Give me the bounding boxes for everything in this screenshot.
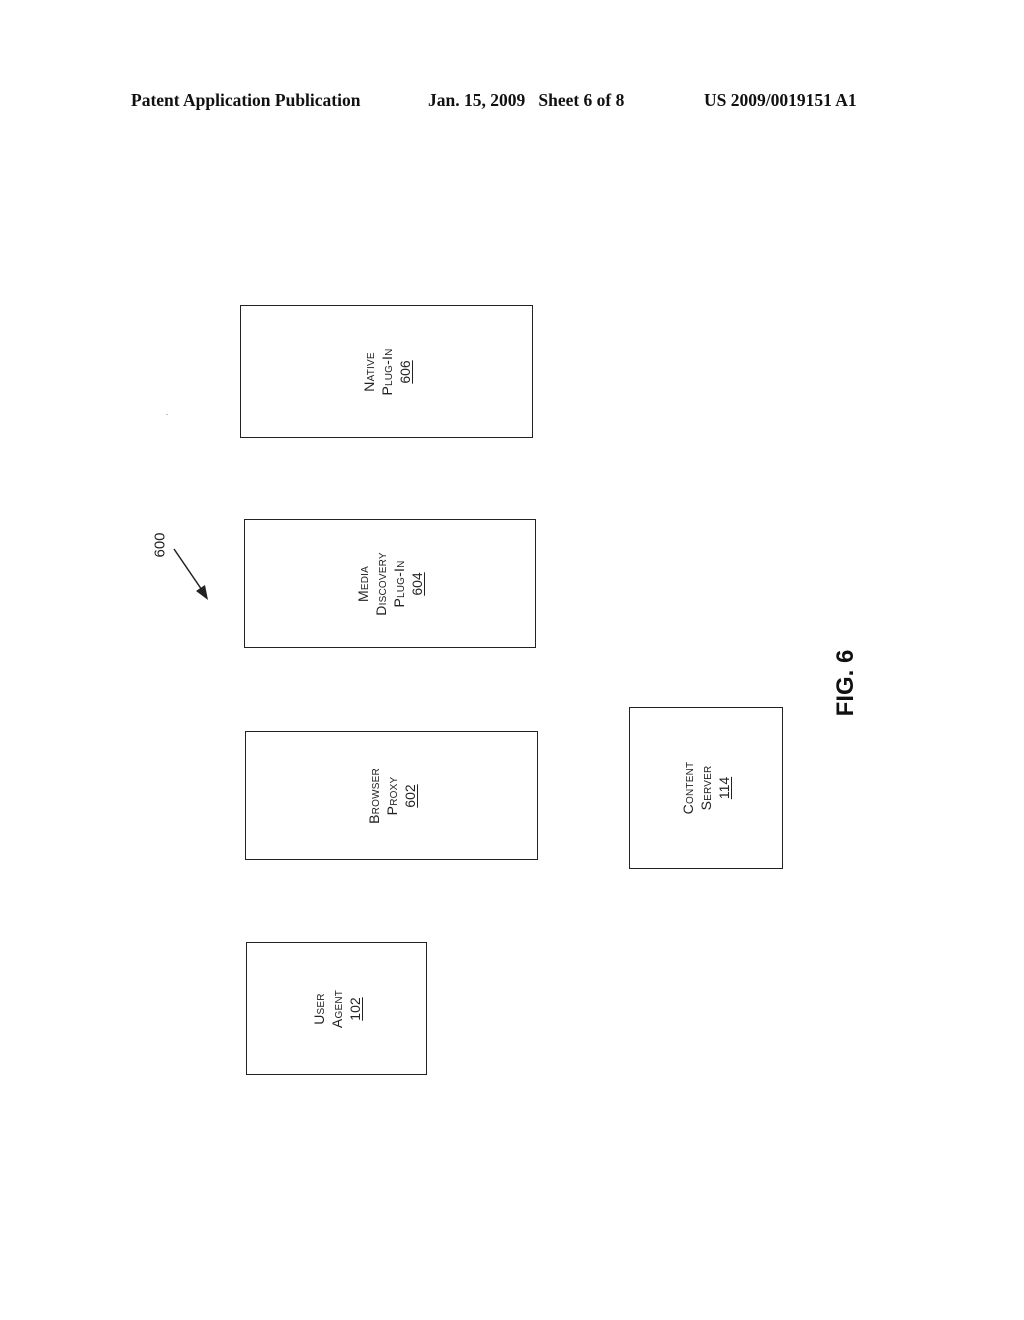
patent-number: US 2009/0019151 A1 xyxy=(704,90,857,110)
box-reference-number: 606 xyxy=(396,359,413,384)
box-label: Browser Proxy 602 xyxy=(365,768,419,824)
box-label-line: Native xyxy=(360,351,377,392)
box-label-line: Server xyxy=(698,765,714,811)
date-sheet: Jan. 15, 2009 Sheet 6 of 8 xyxy=(428,90,625,110)
box-label: Content Server 114 xyxy=(679,762,733,815)
box-label-line: Media xyxy=(355,565,371,602)
figure-label: FIG. 6 xyxy=(818,648,874,718)
box-content-server: Content Server 114 xyxy=(629,707,783,869)
figure-label-text: FIG. 6 xyxy=(832,649,859,717)
figure-reference-number: 600 xyxy=(151,532,169,558)
box-native-plug-in: Native Plug-In 606 xyxy=(240,305,533,438)
box-label: Media Discovery Plug-In 604 xyxy=(354,552,426,615)
box-reference-number: 602 xyxy=(401,783,418,808)
box-label-line: Discovery xyxy=(373,551,389,616)
box-reference-number: 604 xyxy=(409,571,425,596)
box-reference-number: 102 xyxy=(346,996,363,1021)
figure-reference: 600 xyxy=(150,530,170,560)
box-label-line: Proxy xyxy=(383,776,400,815)
box-reference-number: 114 xyxy=(716,776,732,800)
page-header: Patent Application Publication Jan. 15, … xyxy=(0,88,1024,116)
box-label-line: Content xyxy=(680,761,696,815)
publication-title: Patent Application Publication xyxy=(131,90,361,110)
scan-artifact xyxy=(166,414,168,415)
reference-arrow-icon xyxy=(173,548,208,600)
box-label-line: Agent xyxy=(328,989,345,1028)
box-label-line: User xyxy=(310,992,327,1025)
box-label: Native Plug-In 606 xyxy=(360,348,414,395)
box-label-line: Plug-In xyxy=(378,347,395,396)
box-label: User Agent 102 xyxy=(310,989,364,1027)
box-browser-proxy: Browser Proxy 602 xyxy=(245,731,538,860)
box-label-line: Browser xyxy=(365,767,382,824)
box-label-line: Plug-In xyxy=(391,559,407,608)
box-media-discovery-plug-in: Media Discovery Plug-In 604 xyxy=(244,519,536,648)
box-user-agent: User Agent 102 xyxy=(246,942,427,1075)
